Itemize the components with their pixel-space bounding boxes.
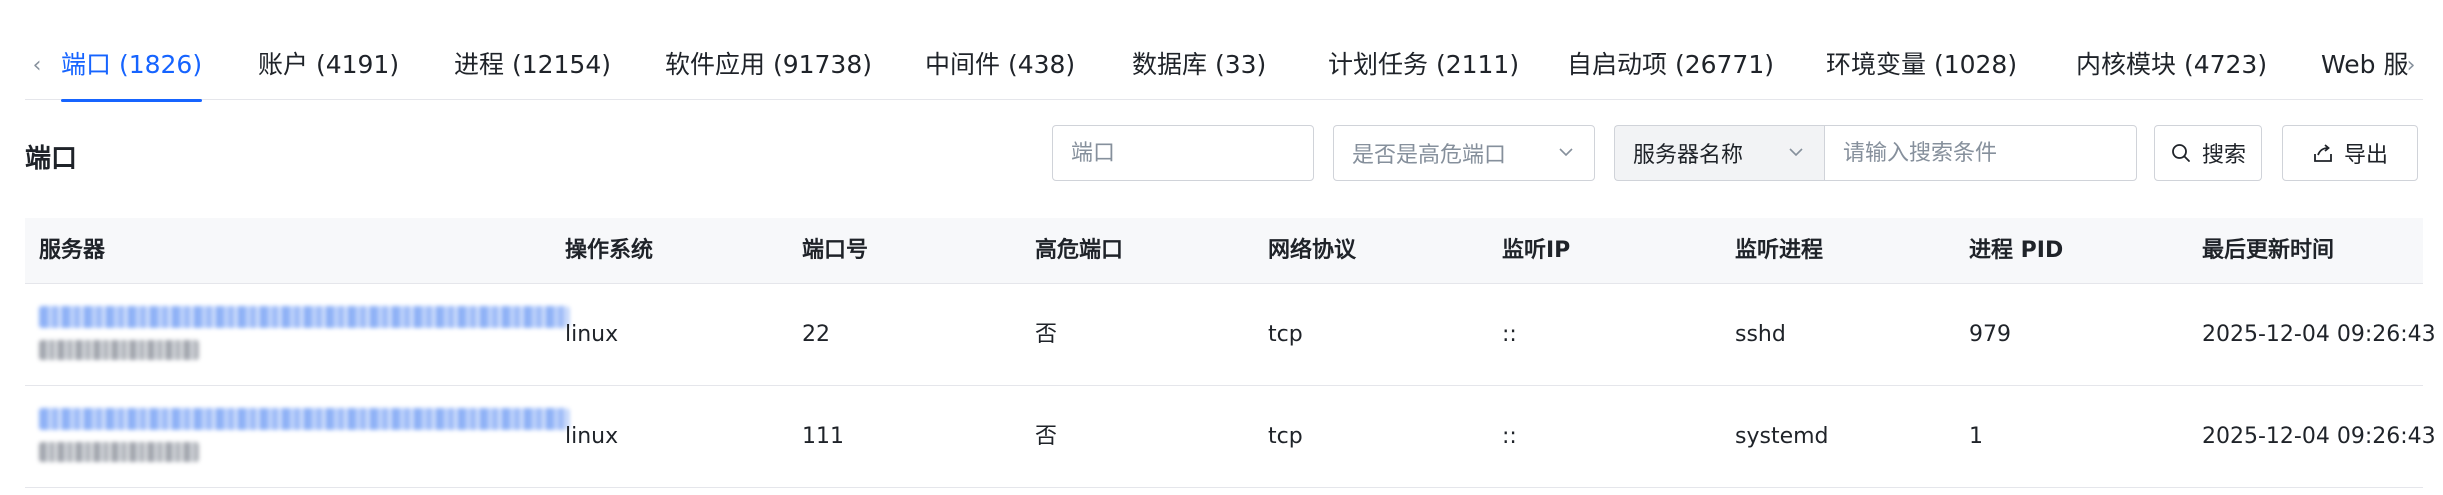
export-button-label: 导出	[2343, 143, 2388, 168]
cell-pid: 979	[1969, 322, 2011, 347]
high-risk-select[interactable]: 是否是高危端口	[1333, 125, 1595, 181]
tab-ports[interactable]: 端口 (1826)	[61, 48, 203, 102]
table-header: 服务器 操作系统 端口号 高危端口 网络协议 监听IP 监听进程 进程 PID …	[25, 218, 2423, 284]
table-row: linux 22 否 tcp :: sshd 979 2025-12-04 09…	[25, 284, 2436, 386]
cell-high-risk: 否	[1035, 322, 1058, 347]
server-ip-redacted	[39, 340, 199, 360]
search-icon	[2172, 144, 2190, 162]
chevron-left-icon[interactable]: ‹	[25, 50, 49, 80]
column-os: 操作系统	[565, 238, 654, 263]
column-pid: 进程 PID	[1969, 238, 2064, 263]
tab-scheduled-tasks[interactable]: 计划任务 (2111)	[1328, 48, 1519, 92]
search-input-field[interactable]	[1843, 140, 2136, 166]
tab-software[interactable]: 软件应用 (91738)	[665, 48, 872, 92]
cell-process: sshd	[1735, 322, 1786, 347]
server-cell[interactable]	[39, 306, 569, 366]
chevron-right-icon[interactable]: ›	[2399, 50, 2423, 80]
tab-databases[interactable]: 数据库 (33)	[1132, 48, 1266, 92]
column-updated: 最后更新时间	[2202, 238, 2335, 263]
tab-bar: ‹ 端口 (1826) 账户 (4191) 进程 (12154) 软件应用 (9…	[25, 40, 2423, 102]
tab-accounts[interactable]: 账户 (4191)	[258, 48, 399, 92]
tab-env-vars[interactable]: 环境变量 (1028)	[1826, 48, 2017, 92]
section-title: 端口	[25, 144, 78, 174]
cell-updated: 2025-12-04 09:26:43	[2202, 322, 2436, 347]
search-button-label: 搜索	[2201, 143, 2246, 168]
cell-protocol: tcp	[1268, 322, 1303, 347]
tab-middleware[interactable]: 中间件 (438)	[925, 48, 1075, 92]
export-icon	[2314, 144, 2332, 162]
search-field-select[interactable]: 服务器名称	[1614, 125, 1824, 181]
cell-high-risk: 否	[1035, 424, 1058, 449]
search-input[interactable]	[1824, 125, 2137, 181]
export-button[interactable]: 导出	[2282, 125, 2418, 181]
server-name-link-redacted[interactable]	[39, 408, 569, 430]
tab-autostart[interactable]: 自启动项 (26771)	[1567, 48, 1774, 92]
chevron-down-icon	[1789, 148, 1803, 157]
cell-pid: 1	[1969, 424, 1983, 449]
asset-inventory-page: ‹ 端口 (1826) 账户 (4191) 进程 (12154) 软件应用 (9…	[0, 0, 2443, 495]
ports-table: 服务器 操作系统 端口号 高危端口 网络协议 监听IP 监听进程 进程 PID …	[25, 218, 2436, 488]
cell-listen-ip: ::	[1502, 424, 1517, 449]
server-cell[interactable]	[39, 408, 569, 468]
port-input[interactable]	[1052, 125, 1314, 181]
cell-protocol: tcp	[1268, 424, 1303, 449]
tab-kernel-modules[interactable]: 内核模块 (4723)	[2076, 48, 2267, 92]
cell-updated: 2025-12-04 09:26:43	[2202, 424, 2436, 449]
search-button[interactable]: 搜索	[2154, 125, 2262, 181]
column-protocol: 网络协议	[1268, 238, 1357, 263]
server-ip-redacted	[39, 442, 199, 462]
column-server: 服务器	[39, 238, 106, 263]
search-field-select-value: 服务器名称	[1633, 143, 1744, 168]
cell-port: 111	[802, 424, 844, 449]
column-port: 端口号	[802, 238, 869, 263]
high-risk-select-placeholder: 是否是高危端口	[1352, 143, 1507, 168]
port-input-field[interactable]	[1071, 126, 1313, 180]
cell-port: 22	[802, 322, 830, 347]
column-high-risk: 高危端口	[1035, 238, 1124, 263]
cell-listen-ip: ::	[1502, 322, 1517, 347]
column-listen-process: 监听进程	[1735, 238, 1824, 263]
cell-process: systemd	[1735, 424, 1829, 449]
chevron-down-icon	[1559, 148, 1573, 157]
cell-os: linux	[565, 322, 619, 347]
table-row: linux 111 否 tcp :: systemd 1 2025-12-04 …	[25, 386, 2436, 488]
cell-os: linux	[565, 424, 619, 449]
column-listen-ip: 监听IP	[1502, 238, 1571, 263]
tab-processes[interactable]: 进程 (12154)	[454, 48, 611, 92]
server-name-link-redacted[interactable]	[39, 306, 569, 328]
